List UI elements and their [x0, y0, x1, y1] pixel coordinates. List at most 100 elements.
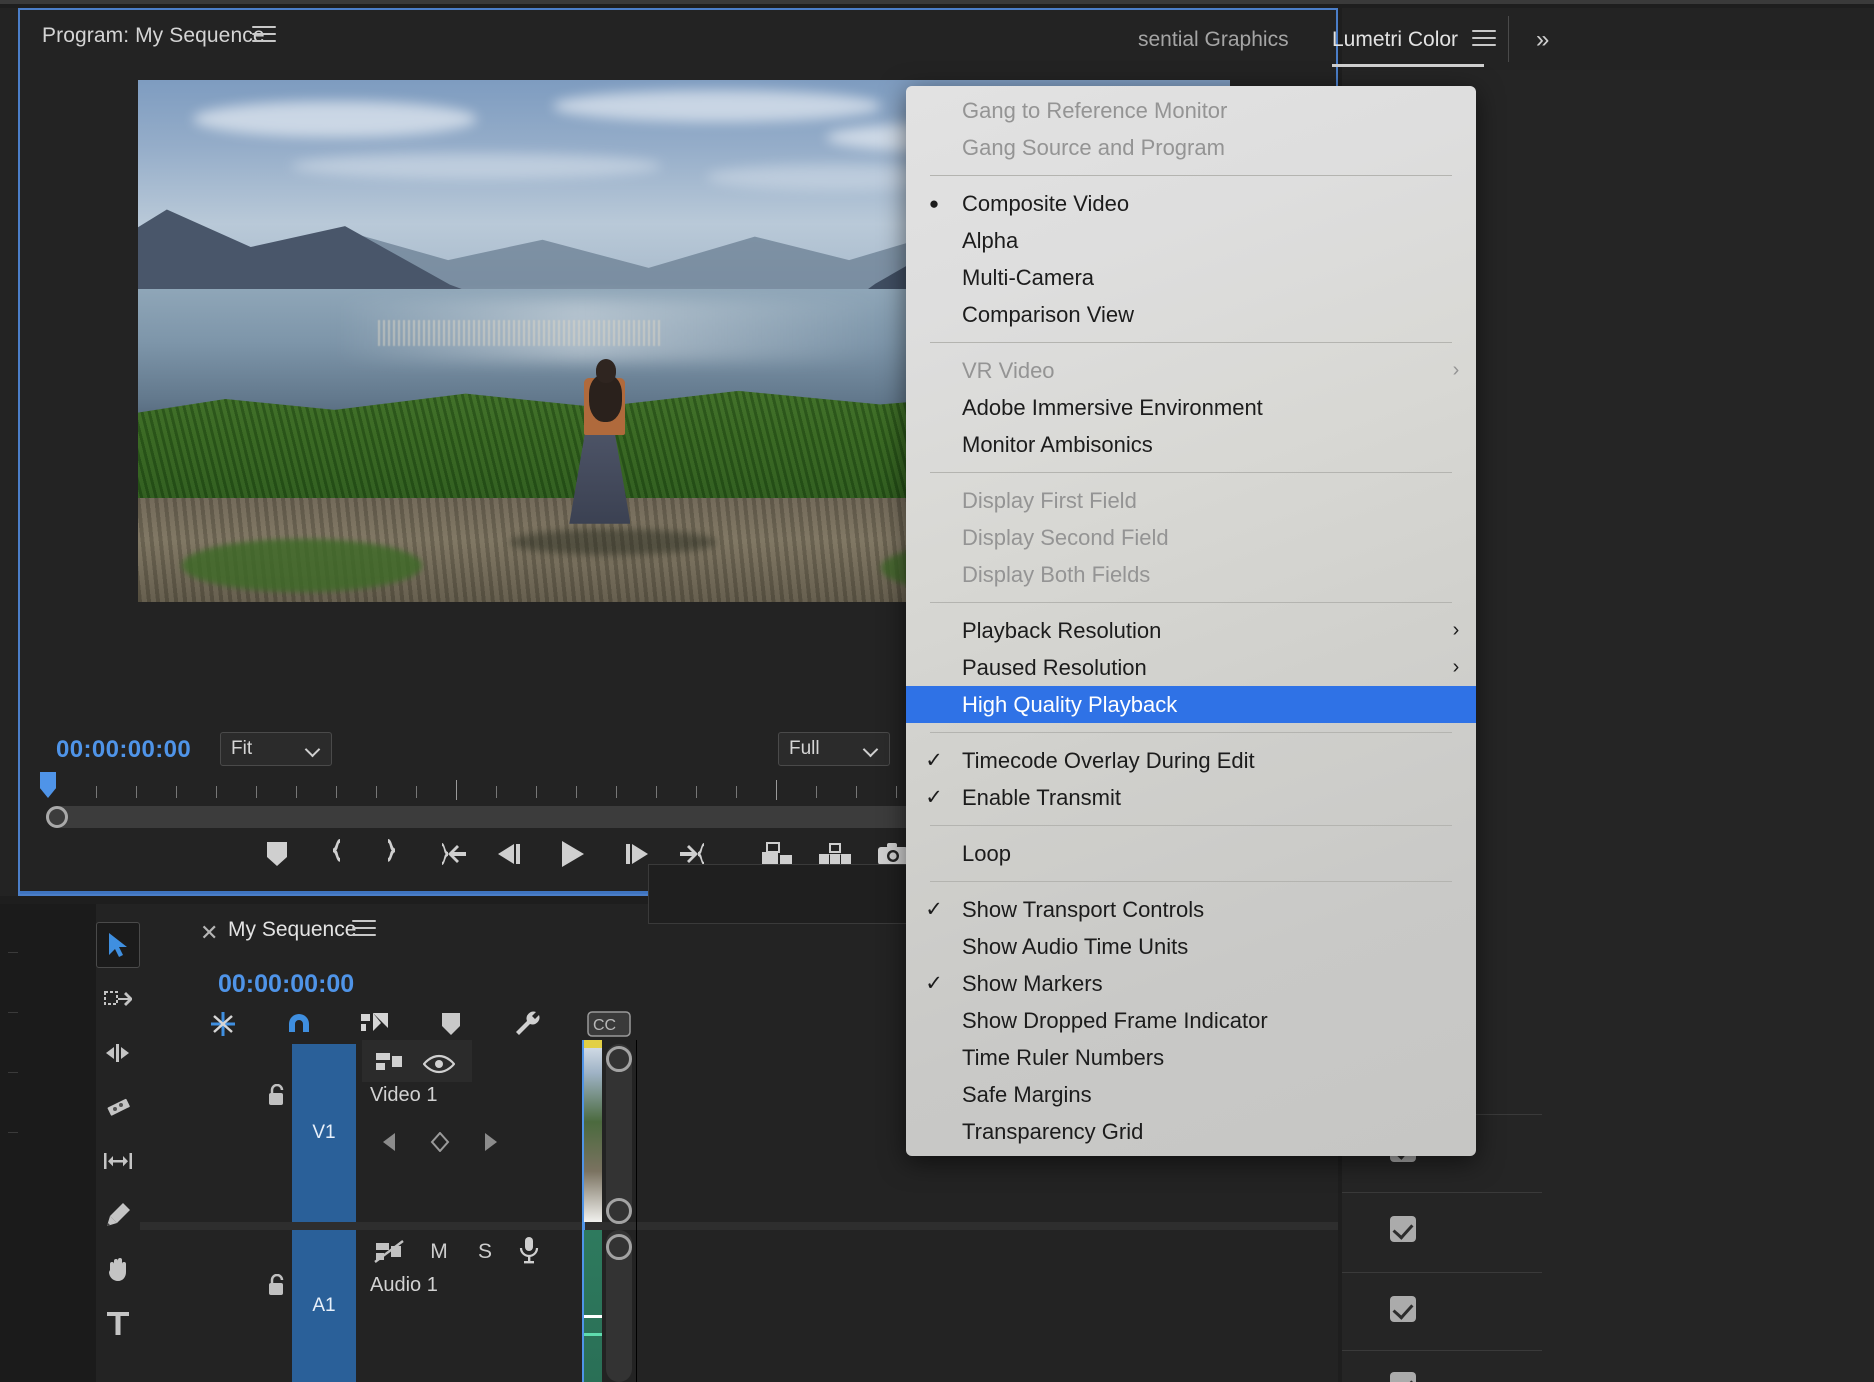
- track-name-v1: Video 1: [370, 1084, 437, 1107]
- menu-item-show-audio-time-units[interactable]: Show Audio Time Units: [906, 928, 1476, 965]
- track-solo-button[interactable]: S: [468, 1236, 502, 1268]
- scroll-handle-top[interactable]: [606, 1046, 632, 1072]
- menu-item-safe-margins[interactable]: Safe Margins: [906, 1076, 1476, 1113]
- submenu-chevron-icon: ›: [1436, 656, 1476, 679]
- prev-keyframe-button[interactable]: [380, 1132, 398, 1157]
- ripple-edit-icon[interactable]: [358, 1008, 392, 1040]
- play-stop-button[interactable]: [538, 832, 608, 876]
- effect-enable-checkbox-5[interactable]: [1390, 1372, 1416, 1382]
- timeline-settings-wrench-icon[interactable]: [510, 1008, 544, 1040]
- menu-separator: [930, 881, 1452, 882]
- menu-item-gang-to-reference-monitor: Gang to Reference Monitor: [906, 92, 1476, 129]
- close-icon[interactable]: ✕: [200, 920, 218, 946]
- chevron-double-right-icon[interactable]: »: [1536, 26, 1549, 54]
- menu-item-label: Timecode Overlay During Edit: [962, 748, 1436, 774]
- menu-item-loop[interactable]: Loop: [906, 835, 1476, 872]
- active-tab-underline: [1332, 64, 1484, 67]
- timeline-video-clip[interactable]: [584, 1040, 602, 1222]
- checkmark-icon: ✓: [906, 748, 962, 773]
- go-to-in-button[interactable]: [422, 832, 480, 876]
- program-monitor-menu-icon[interactable]: [252, 26, 276, 44]
- checkmark-icon: ✓: [906, 785, 962, 810]
- linked-selection-icon[interactable]: [206, 1008, 240, 1040]
- track-lock-v1-icon[interactable]: [268, 1084, 286, 1111]
- captions-cc-icon[interactable]: CC: [586, 1008, 632, 1040]
- add-keyframe-button[interactable]: [430, 1132, 450, 1157]
- menu-separator: [930, 175, 1452, 176]
- track-mute-button[interactable]: M: [422, 1236, 456, 1268]
- mark-out-button[interactable]: [364, 832, 422, 876]
- menu-item-multi-camera[interactable]: Multi-Camera: [906, 259, 1476, 296]
- menu-item-comparison-view[interactable]: Comparison View: [906, 296, 1476, 333]
- pen-tool[interactable]: [96, 1192, 140, 1238]
- tab-essential-graphics[interactable]: sential Graphics: [1138, 28, 1289, 52]
- track-select-forward-tool[interactable]: [96, 976, 140, 1022]
- window-top-strip: [0, 0, 1874, 4]
- timeline-audio-clip[interactable]: [584, 1230, 602, 1382]
- step-back-button[interactable]: [480, 832, 538, 876]
- menu-item-show-dropped-frame-indicator[interactable]: Show Dropped Frame Indicator: [906, 1002, 1476, 1039]
- program-monitor-timecode[interactable]: 00:00:00:00: [56, 736, 191, 764]
- menu-item-label: Display First Field: [962, 488, 1436, 514]
- slip-tool[interactable]: [96, 1138, 140, 1184]
- menu-item-display-second-field: Display Second Field: [906, 519, 1476, 556]
- menu-item-label: Show Audio Time Units: [962, 934, 1436, 960]
- menu-item-show-markers[interactable]: ✓Show Markers: [906, 965, 1476, 1002]
- menu-item-enable-transmit[interactable]: ✓Enable Transmit: [906, 779, 1476, 816]
- menu-item-label: Display Second Field: [962, 525, 1436, 551]
- menu-item-label: Display Both Fields: [962, 562, 1436, 588]
- zoom-level-dropdown[interactable]: Fit: [220, 732, 332, 766]
- timeline-menu-icon[interactable]: [352, 920, 376, 938]
- right-panel-tabs: sential Graphics Lumetri Color »: [1342, 8, 1874, 70]
- menu-separator: [930, 732, 1452, 733]
- add-marker-icon[interactable]: [434, 1008, 468, 1040]
- add-marker-button[interactable]: [248, 832, 306, 876]
- menu-item-adobe-immersive-environment[interactable]: Adobe Immersive Environment: [906, 389, 1476, 426]
- menu-item-playback-resolution[interactable]: Playback Resolution›: [906, 612, 1476, 649]
- hand-tool[interactable]: [96, 1246, 140, 1292]
- menu-separator: [930, 342, 1452, 343]
- timeline-timecode[interactable]: 00:00:00:00: [218, 970, 354, 999]
- effect-enable-checkbox-3[interactable]: [1390, 1216, 1416, 1242]
- snap-magnet-icon[interactable]: [282, 1008, 316, 1040]
- menu-item-alpha[interactable]: Alpha: [906, 222, 1476, 259]
- tab-lumetri-color[interactable]: Lumetri Color: [1332, 28, 1458, 52]
- sync-lock-icon[interactable]: [372, 1046, 406, 1078]
- playback-resolution-dropdown[interactable]: Full: [778, 732, 890, 766]
- eye-toggle-icon[interactable]: [422, 1048, 456, 1080]
- left-gutter-top: [0, 8, 18, 896]
- menu-item-transparency-grid[interactable]: Transparency Grid: [906, 1113, 1476, 1150]
- lumetri-panel-menu-icon[interactable]: [1472, 30, 1496, 48]
- mark-in-button[interactable]: [306, 832, 364, 876]
- effect-enable-checkbox-4[interactable]: [1390, 1296, 1416, 1322]
- menu-item-monitor-ambisonics[interactable]: Monitor Ambisonics: [906, 426, 1476, 463]
- tab-divider: [1508, 16, 1509, 62]
- scroll-handle-bottom[interactable]: [606, 1198, 632, 1224]
- mute-video-icon[interactable]: [372, 1236, 406, 1268]
- scroll-handle-a1[interactable]: [606, 1234, 632, 1260]
- mic-icon[interactable]: [512, 1234, 546, 1266]
- track-badge-v1[interactable]: V1: [292, 1044, 356, 1222]
- menu-separator: [930, 602, 1452, 603]
- menu-item-label: Show Dropped Frame Indicator: [962, 1008, 1436, 1034]
- menu-item-time-ruler-numbers[interactable]: Time Ruler Numbers: [906, 1039, 1476, 1076]
- menu-item-label: Paused Resolution: [962, 655, 1436, 681]
- track-badge-a1[interactable]: A1: [292, 1230, 356, 1382]
- program-monitor-context-menu[interactable]: Gang to Reference MonitorGang Source and…: [906, 86, 1476, 1156]
- menu-item-show-transport-controls[interactable]: ✓Show Transport Controls: [906, 891, 1476, 928]
- menu-item-composite-video[interactable]: ●Composite Video: [906, 185, 1476, 222]
- selection-tool[interactable]: [96, 922, 140, 968]
- next-keyframe-button[interactable]: [482, 1132, 500, 1157]
- menu-item-high-quality-playback[interactable]: High Quality Playback: [906, 686, 1476, 723]
- timeline-toolbar: [96, 904, 140, 1382]
- menu-item-paused-resolution[interactable]: Paused Resolution›: [906, 649, 1476, 686]
- menu-item-label: Show Markers: [962, 971, 1436, 997]
- type-tool[interactable]: [96, 1300, 140, 1346]
- checkmark-icon: ✓: [906, 971, 962, 996]
- scrollbar-handle-left[interactable]: [46, 806, 68, 828]
- razor-tool[interactable]: [96, 1084, 140, 1130]
- menu-item-timecode-overlay-during-edit[interactable]: ✓Timecode Overlay During Edit: [906, 742, 1476, 779]
- track-lock-a1-icon[interactable]: [268, 1274, 286, 1301]
- ripple-edit-tool[interactable]: [96, 1030, 140, 1076]
- menu-item-vr-video: VR Video›: [906, 352, 1476, 389]
